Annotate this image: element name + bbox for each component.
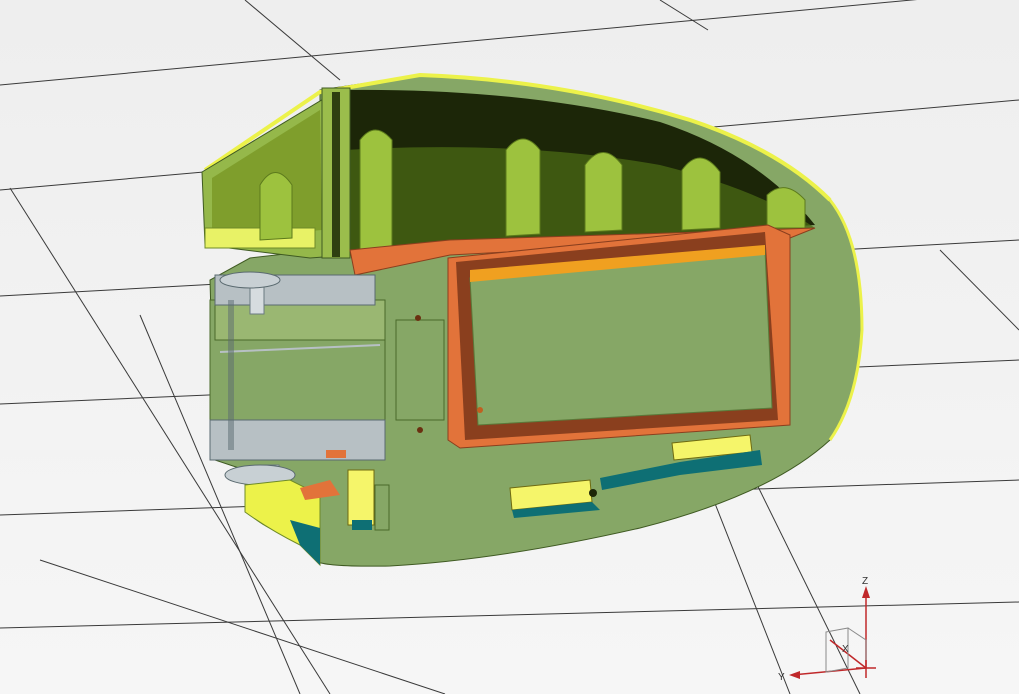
pin-hole-bottom [417, 427, 423, 433]
x-axis-label: X [842, 644, 849, 655]
cad-viewport[interactable]: Z Y X [0, 0, 1019, 694]
teal-pad-1 [352, 520, 372, 530]
bar-hole [589, 489, 597, 497]
y-axis-arrow [789, 671, 800, 679]
axis-triad[interactable]: Z Y X [778, 576, 876, 683]
side-slot [395, 319, 445, 421]
vertical-rib-slot [332, 92, 340, 257]
cad-canvas[interactable]: Z Y X [0, 0, 1019, 694]
z-axis-arrow [862, 586, 870, 598]
z-axis-label: Z [862, 576, 868, 587]
y-axis-label: Y [778, 672, 785, 683]
screw-hole [477, 407, 483, 413]
pad-notch [374, 484, 390, 531]
enclosure-model[interactable] [201, 72, 864, 567]
pin-hole-top [415, 315, 421, 321]
yellow-pad-1 [347, 469, 375, 526]
